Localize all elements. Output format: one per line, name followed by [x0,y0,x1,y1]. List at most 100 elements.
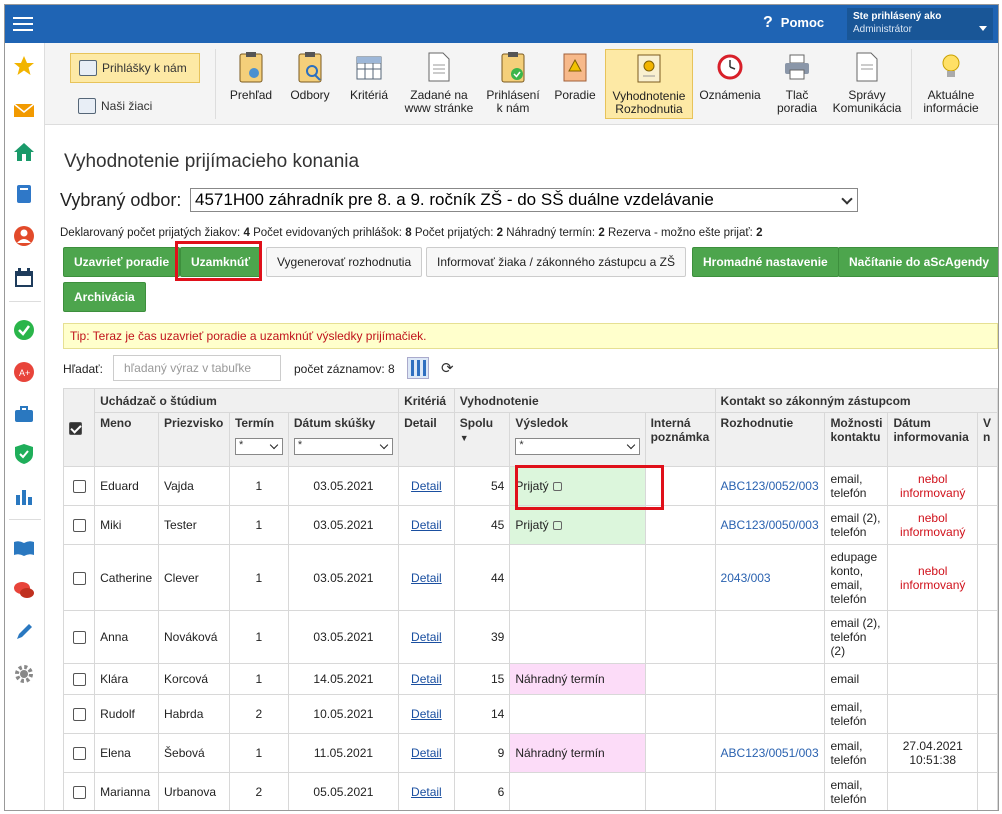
tool-criteria[interactable]: Kritériá [341,49,397,119]
inform-button[interactable]: Informovať žiaka / zákonného zástupcu a … [426,247,686,277]
tool-order[interactable]: Poradie [549,49,601,119]
row-select-cell[interactable] [62,505,96,545]
cell-note[interactable] [644,733,716,773]
calendar-icon[interactable] [13,267,35,289]
user-menu[interactable]: Ste prihlásený ako Administrátor [847,8,993,40]
tool-web-entered[interactable]: Zadané na www stránke [401,49,477,119]
grade-icon[interactable]: A+ [13,361,35,383]
tool-evaluation[interactable]: Vyhodnotenie Rozhodnutia [605,49,693,119]
check-circle-icon[interactable] [13,319,35,341]
cell-result[interactable]: Prijatý [509,505,646,545]
generate-decisions-button[interactable]: Vygenerovať rozhodnutia [266,247,423,277]
close-order-button[interactable]: Uzavrieť poradie [63,247,181,277]
highlight-box [175,241,262,281]
briefcase-icon[interactable] [13,403,35,425]
row-checkbox[interactable] [72,673,86,687]
refresh-icon[interactable]: ⟳ [441,359,454,377]
archive-button[interactable]: Archivácia [63,282,146,312]
select-all-cell[interactable] [62,388,96,467]
chat-icon[interactable] [13,579,35,601]
row-select-cell[interactable] [62,544,96,611]
open-book-icon[interactable] [13,537,35,559]
cell-note[interactable] [644,505,716,545]
detail-link[interactable]: Detail [411,707,442,721]
applications-button[interactable]: Prihlášky k nám [70,53,200,83]
cell-result[interactable] [509,772,646,810]
help-link[interactable]: ? Pomoc [763,14,824,32]
col-name[interactable]: Meno [94,412,160,467]
col-exam-date[interactable]: Dátum skúšky * [287,412,400,467]
home-icon[interactable] [13,141,35,163]
decision-link[interactable]: ABC123/0050/003 [721,518,819,532]
detail-link[interactable]: Detail [411,746,442,760]
detail-link[interactable]: Detail [411,571,442,585]
cell-result[interactable]: Náhradný termín [509,663,646,695]
pencil-icon[interactable] [13,621,35,643]
tool-notifications[interactable]: Oznámenia [697,49,763,119]
row-checkbox[interactable] [72,480,86,494]
our-students-button[interactable]: Naši žiaci [70,91,200,121]
detail-link[interactable]: Detail [411,479,442,493]
user-icon[interactable] [13,225,35,247]
menu-icon[interactable] [13,13,33,33]
cell-result[interactable]: Náhradný termín [509,733,646,773]
select-all-checkbox[interactable] [69,421,82,435]
cell-decision: ABC123/0052/003 [714,466,826,506]
col-term[interactable]: Termín * [228,412,289,467]
tool-fields[interactable]: Odbory [283,49,337,119]
tool-registered[interactable]: Prihlásení k nám [481,49,545,119]
col-total[interactable]: Spolu ▼ [453,412,511,467]
cell-result[interactable] [509,610,646,664]
col-result[interactable]: Výsledok * [509,412,646,467]
result-filter[interactable]: * [515,438,640,455]
table-row: Klára Korcová 1 14.05.2021 Detail 15 Náhradný … [62,663,998,695]
book-icon[interactable] [13,183,35,205]
shield-icon[interactable] [13,443,35,465]
cell-exam-date: 14.05.2021 [287,663,400,695]
tool-print-order[interactable]: Tlač poradia [767,49,827,119]
detail-link[interactable]: Detail [411,630,442,644]
row-select-cell[interactable] [62,663,96,695]
cell-note[interactable] [644,772,716,810]
tool-current-info[interactable]: Aktuálne informácie [917,49,985,119]
cell-note[interactable] [644,610,716,664]
row-checkbox[interactable] [72,708,86,722]
row-select-cell[interactable] [62,772,96,810]
bar-chart-icon[interactable] [13,485,35,507]
cell-result[interactable] [509,544,646,611]
col-surname[interactable]: Priezvisko [158,412,230,467]
detail-link[interactable]: Detail [411,785,442,799]
load-agenda-button[interactable]: Načítanie do aScAgendy [838,247,998,277]
detail-link[interactable]: Detail [411,672,442,686]
decision-link[interactable]: 2043/003 [721,571,771,585]
row-checkbox[interactable] [72,519,86,533]
row-checkbox[interactable] [72,786,86,800]
columns-icon[interactable] [407,357,429,379]
row-select-cell[interactable] [62,466,96,506]
cell-result[interactable] [509,694,646,734]
cell-note[interactable] [644,694,716,734]
mail-icon[interactable] [13,99,35,121]
detail-link[interactable]: Detail [411,518,442,532]
row-select-cell[interactable] [62,610,96,664]
decision-link[interactable]: ABC123/0051/003 [721,746,819,760]
search-input[interactable]: hľadaný výraz v tabuľke [113,355,281,381]
tool-messages[interactable]: Správy Komunikácia [829,49,905,119]
field-select[interactable]: 4571H00 záhradník pre 8. a 9. ročník ZŠ … [190,188,858,212]
row-checkbox[interactable] [72,747,86,761]
row-checkbox[interactable] [72,631,86,645]
cell-note[interactable] [644,544,716,611]
tool-overview[interactable]: Prehľad [223,49,279,119]
gear-icon[interactable] [13,663,35,685]
cell-note[interactable] [644,663,716,695]
term-filter[interactable]: * [234,438,283,455]
row-select-cell[interactable] [62,694,96,734]
row-select-cell[interactable] [62,733,96,773]
exam-date-filter[interactable]: * [293,438,394,455]
cell-detail: Detail [398,610,455,664]
star-icon[interactable] [13,55,35,77]
bulk-settings-button[interactable]: Hromadné nastavenie [692,247,839,277]
decision-link[interactable]: ABC123/0052/003 [721,479,819,493]
row-checkbox[interactable] [72,571,86,585]
thumb-icon[interactable] [552,521,562,531]
